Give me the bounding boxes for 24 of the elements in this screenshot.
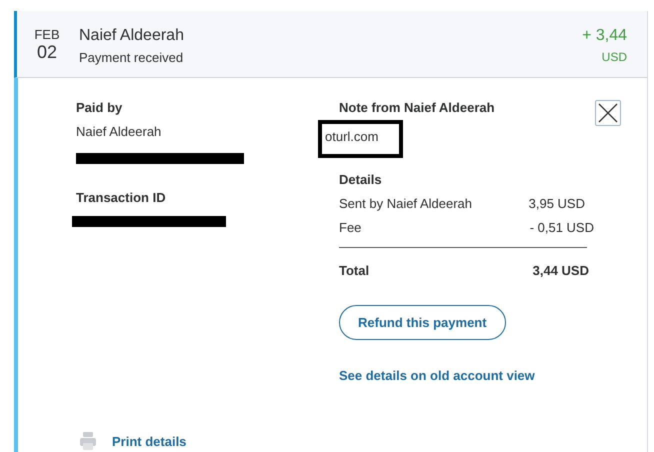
detail-value: - 0,51 USD [530, 220, 594, 235]
old-account-view-link[interactable]: See details on old account view [339, 368, 535, 383]
detail-label: Sent by Naief Aldeerah [339, 196, 472, 211]
print-details-link[interactable]: Print details [112, 434, 186, 449]
detail-value: 3,95 USD [528, 196, 585, 211]
paid-by-heading: Paid by [76, 100, 122, 115]
close-button[interactable] [595, 100, 621, 126]
payer-name: Naief Aldeerah [76, 124, 162, 139]
transaction-status: Payment received [79, 50, 184, 65]
note-heading: Note from Naief Aldeerah [339, 100, 495, 115]
note-text: oturl.com [325, 129, 378, 144]
detail-label: Fee [339, 220, 362, 235]
amount: + 3,44 [582, 27, 627, 45]
total-value: 3,44 USD [532, 263, 589, 278]
printer-icon [80, 432, 96, 450]
payer-name: Naief Aldeerah [79, 27, 185, 45]
date-day: 02 [36, 42, 58, 62]
currency: USD [602, 50, 627, 64]
close-icon [598, 103, 618, 123]
total-label: Total [339, 263, 370, 278]
refund-button[interactable]: Refund this payment [339, 305, 506, 340]
date-month: FEB [34, 27, 60, 42]
details-heading: Details [339, 172, 382, 187]
transaction-id-heading: Transaction ID [76, 190, 166, 205]
